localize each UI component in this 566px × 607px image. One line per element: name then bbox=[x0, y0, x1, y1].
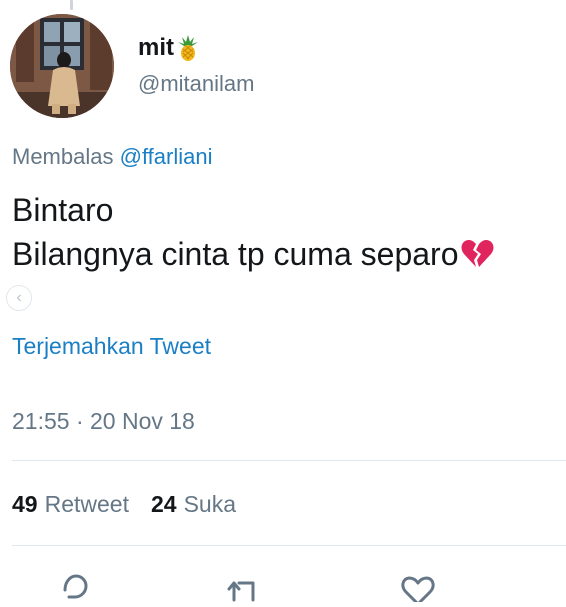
retweet-label: Retweet bbox=[44, 491, 129, 517]
tweet-text: Bintaro Bilangnya cinta tp cuma separo bbox=[12, 188, 494, 276]
retweet-count: 49 bbox=[12, 491, 38, 517]
tweet-stats: 49 Retweet 24 Suka bbox=[12, 489, 258, 519]
reply-prefix: Membalas bbox=[12, 144, 114, 169]
tweet-timestamp[interactable]: 21:55 · 20 Nov 18 bbox=[12, 406, 195, 436]
reply-button[interactable] bbox=[55, 570, 95, 602]
like-label: Suka bbox=[183, 491, 236, 517]
divider bbox=[12, 545, 566, 546]
tweet-line-2-text: Bilangnya cinta tp cuma separo bbox=[12, 236, 459, 272]
reply-mention-link[interactable]: @ffarliani bbox=[120, 144, 213, 169]
avatar[interactable] bbox=[10, 14, 114, 118]
tweet-line-1: Bintaro bbox=[12, 192, 114, 228]
retweet-icon bbox=[227, 581, 255, 602]
like-icon bbox=[401, 576, 435, 606]
broken-heart-icon bbox=[460, 237, 494, 271]
translate-tweet-link[interactable]: Terjemahkan Tweet bbox=[12, 331, 211, 361]
reply-icon bbox=[63, 574, 88, 599]
avatar-photo bbox=[10, 14, 114, 118]
pineapple-icon bbox=[176, 34, 200, 62]
reply-context: Membalas @ffarliani bbox=[12, 143, 212, 171]
chevron-left-icon[interactable]: ‹ bbox=[6, 285, 32, 311]
scroll-indicator bbox=[70, 0, 73, 10]
like-button[interactable] bbox=[398, 570, 438, 606]
display-name[interactable]: mit bbox=[138, 33, 200, 63]
divider bbox=[12, 460, 566, 461]
like-stat[interactable]: 24 Suka bbox=[151, 489, 236, 519]
user-handle[interactable]: @mitanilam bbox=[138, 70, 254, 98]
tweet-line-2: Bilangnya cinta tp cuma separo bbox=[12, 232, 494, 276]
retweet-stat[interactable]: 49 Retweet bbox=[12, 489, 129, 519]
retweet-button[interactable] bbox=[226, 570, 266, 602]
display-name-text: mit bbox=[138, 34, 174, 61]
like-count: 24 bbox=[150, 491, 177, 517]
